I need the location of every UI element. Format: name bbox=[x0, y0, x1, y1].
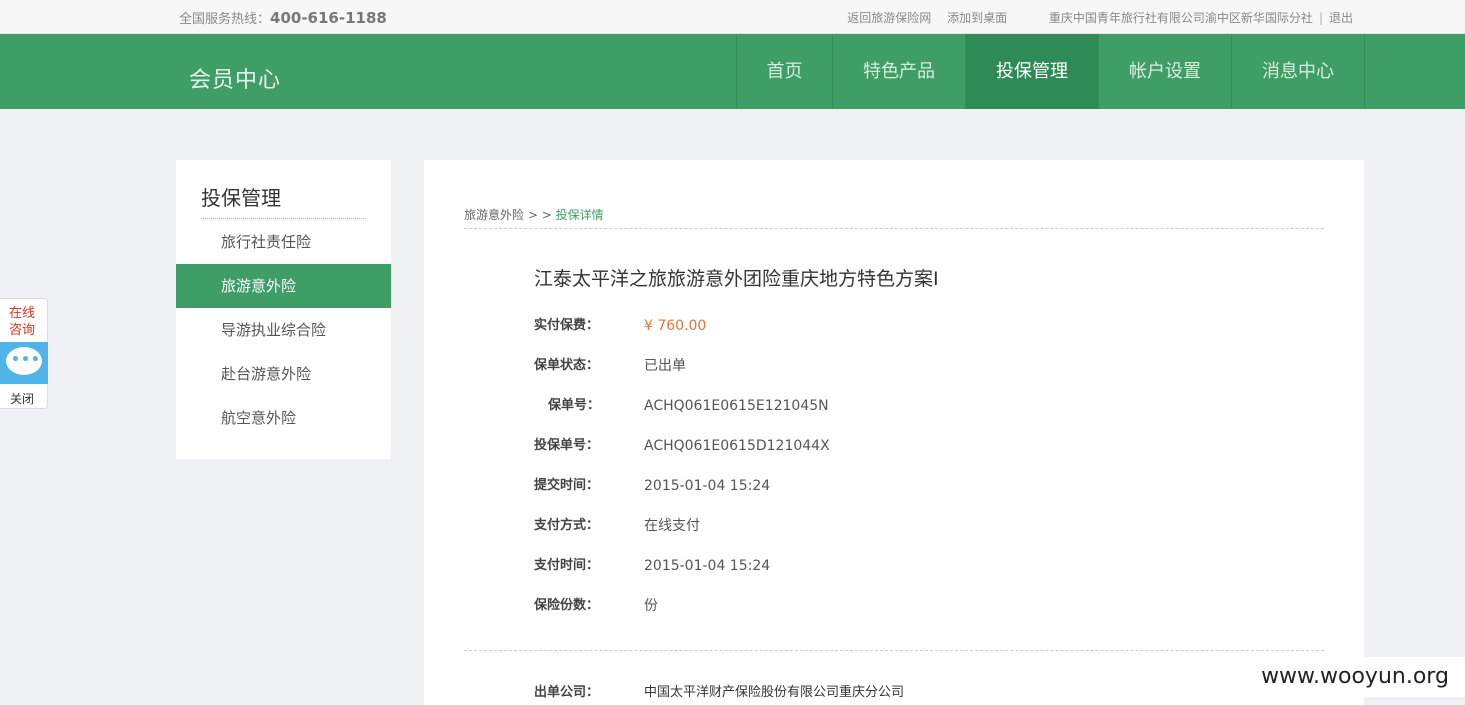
divider bbox=[464, 650, 1324, 651]
detail-value-quantity: 份 bbox=[644, 598, 658, 614]
detail-key: 保单号： bbox=[548, 398, 601, 413]
detail-key: 实付保费： bbox=[534, 318, 600, 333]
top-links: 返回旅游保险网 添加到桌面 重庆中国青年旅行社有限公司渝中区新华国际分社 | 退出 bbox=[847, 9, 1353, 26]
main-panel: 旅游意外险 > > 投保详情 江泰太平洋之旅旅游意外团险重庆地方特色方案I 实付… bbox=[424, 160, 1364, 705]
sidebar: 投保管理 旅行社责任险 旅游意外险 导游执业综合险 赴台游意外险 航空意外险 bbox=[176, 160, 391, 459]
detail-key: 提交时间： bbox=[534, 478, 600, 493]
detail-value-company: 中国太平洋财产保险股份有限公司重庆分公司 bbox=[644, 685, 905, 700]
nav-item-messages[interactable]: 消息中心 bbox=[1232, 34, 1365, 109]
detail-row: 提交时间： 2015-01-04 15:24 bbox=[534, 466, 830, 506]
detail-row: 投保单号： ACHQ061E0615D121044X bbox=[534, 426, 830, 466]
agency-name: 重庆中国青年旅行社有限公司渝中区新华国际分社 bbox=[1048, 11, 1313, 25]
detail-key: 保险份数： bbox=[534, 598, 600, 613]
watermark: www.wooyun.org bbox=[1245, 657, 1465, 697]
sidebar-item-agency-liability[interactable]: 旅行社责任险 bbox=[176, 220, 391, 264]
add-to-desktop-link[interactable]: 添加到桌面 bbox=[947, 11, 1007, 25]
detail-row: 支付方式： 在线支付 bbox=[534, 506, 830, 546]
detail-value-status: 已出单 bbox=[644, 358, 686, 374]
divider bbox=[464, 228, 1324, 229]
detail-list: 实付保费： ¥ 760.00 保单状态： 已出单 保单号： ACHQ061E0615E… bbox=[534, 306, 830, 626]
hotline-number: 400-616-1188 bbox=[270, 9, 387, 27]
logout-link[interactable]: 退出 bbox=[1329, 11, 1353, 25]
online-consult-label[interactable]: 在线咨询 bbox=[9, 305, 43, 339]
sidebar-item-guide-insurance[interactable]: 导游执业综合险 bbox=[176, 308, 391, 352]
detail-row: 出单公司： 中国太平洋财产保险股份有限公司重庆分公司 bbox=[534, 678, 904, 705]
sidebar-title: 投保管理 bbox=[201, 186, 281, 210]
top-bar: 全国服务热线：400-616-1188 返回旅游保险网 添加到桌面 重庆中国青年… bbox=[0, 0, 1465, 34]
nav-item-featured[interactable]: 特色产品 bbox=[833, 34, 966, 109]
detail-row: 支付时间： 2015-01-04 15:24 bbox=[534, 546, 830, 586]
sidebar-item-aviation[interactable]: 航空意外险 bbox=[176, 396, 391, 440]
main-nav: 会员中心 首页 特色产品 投保管理 帐户设置 消息中心 bbox=[0, 34, 1465, 109]
sidebar-divider bbox=[201, 218, 366, 219]
online-consult-widget[interactable]: 在线咨询 ••• 关闭 bbox=[0, 298, 48, 409]
hotline: 全国服务热线：400-616-1188 bbox=[179, 8, 387, 27]
detail-value-pay-method: 在线支付 bbox=[644, 518, 700, 534]
separator: | bbox=[1318, 11, 1323, 25]
detail-row: 实付保费： ¥ 760.00 bbox=[534, 306, 830, 346]
detail-value-premium: ¥ 760.00 bbox=[644, 318, 707, 334]
nav-item-account[interactable]: 帐户设置 bbox=[1099, 34, 1232, 109]
chat-bubble-icon[interactable]: ••• bbox=[0, 342, 48, 384]
detail-value-pay-time: 2015-01-04 15:24 bbox=[644, 558, 771, 574]
nav-item-insurance[interactable]: 投保管理 bbox=[966, 34, 1099, 109]
brand-title: 会员中心 bbox=[189, 68, 282, 93]
detail-value-policy-no: ACHQ061E0615E121045N bbox=[644, 398, 829, 414]
detail-key: 支付时间： bbox=[534, 558, 600, 573]
detail-row: 保单状态： 已出单 bbox=[534, 346, 830, 386]
close-chat-button[interactable]: 关闭 bbox=[10, 390, 34, 407]
nav-item-home[interactable]: 首页 bbox=[737, 34, 833, 109]
sidebar-item-travel-accident[interactable]: 旅游意外险 bbox=[176, 264, 391, 308]
breadcrumb: 旅游意外险 > > 投保详情 bbox=[464, 206, 604, 223]
sidebar-list: 旅行社责任险 旅游意外险 导游执业综合险 赴台游意外险 航空意外险 bbox=[176, 220, 391, 440]
nav-menu: 首页 特色产品 投保管理 帐户设置 消息中心 bbox=[736, 34, 1365, 109]
breadcrumb-parent[interactable]: 旅游意外险 bbox=[464, 208, 524, 222]
detail-key: 支付方式： bbox=[534, 518, 600, 533]
breadcrumb-sep: > > bbox=[524, 208, 556, 222]
page-title: 江泰太平洋之旅旅游意外团险重庆地方特色方案I bbox=[534, 268, 939, 290]
back-to-site-link[interactable]: 返回旅游保险网 bbox=[847, 11, 931, 25]
detail-value-application-no: ACHQ061E0615D121044X bbox=[644, 438, 830, 454]
detail-key: 保单状态： bbox=[534, 358, 600, 373]
detail-row: 保单号： ACHQ061E0615E121045N bbox=[534, 386, 830, 426]
detail-value-submit-time: 2015-01-04 15:24 bbox=[644, 478, 771, 494]
hotline-label: 全国服务热线： bbox=[179, 12, 271, 27]
breadcrumb-current: 投保详情 bbox=[555, 208, 604, 222]
detail-key: 出单公司： bbox=[534, 685, 600, 700]
detail-row: 保险份数： 份 bbox=[534, 586, 830, 626]
sidebar-item-taiwan-travel[interactable]: 赴台游意外险 bbox=[176, 352, 391, 396]
detail-key: 投保单号： bbox=[534, 438, 600, 453]
